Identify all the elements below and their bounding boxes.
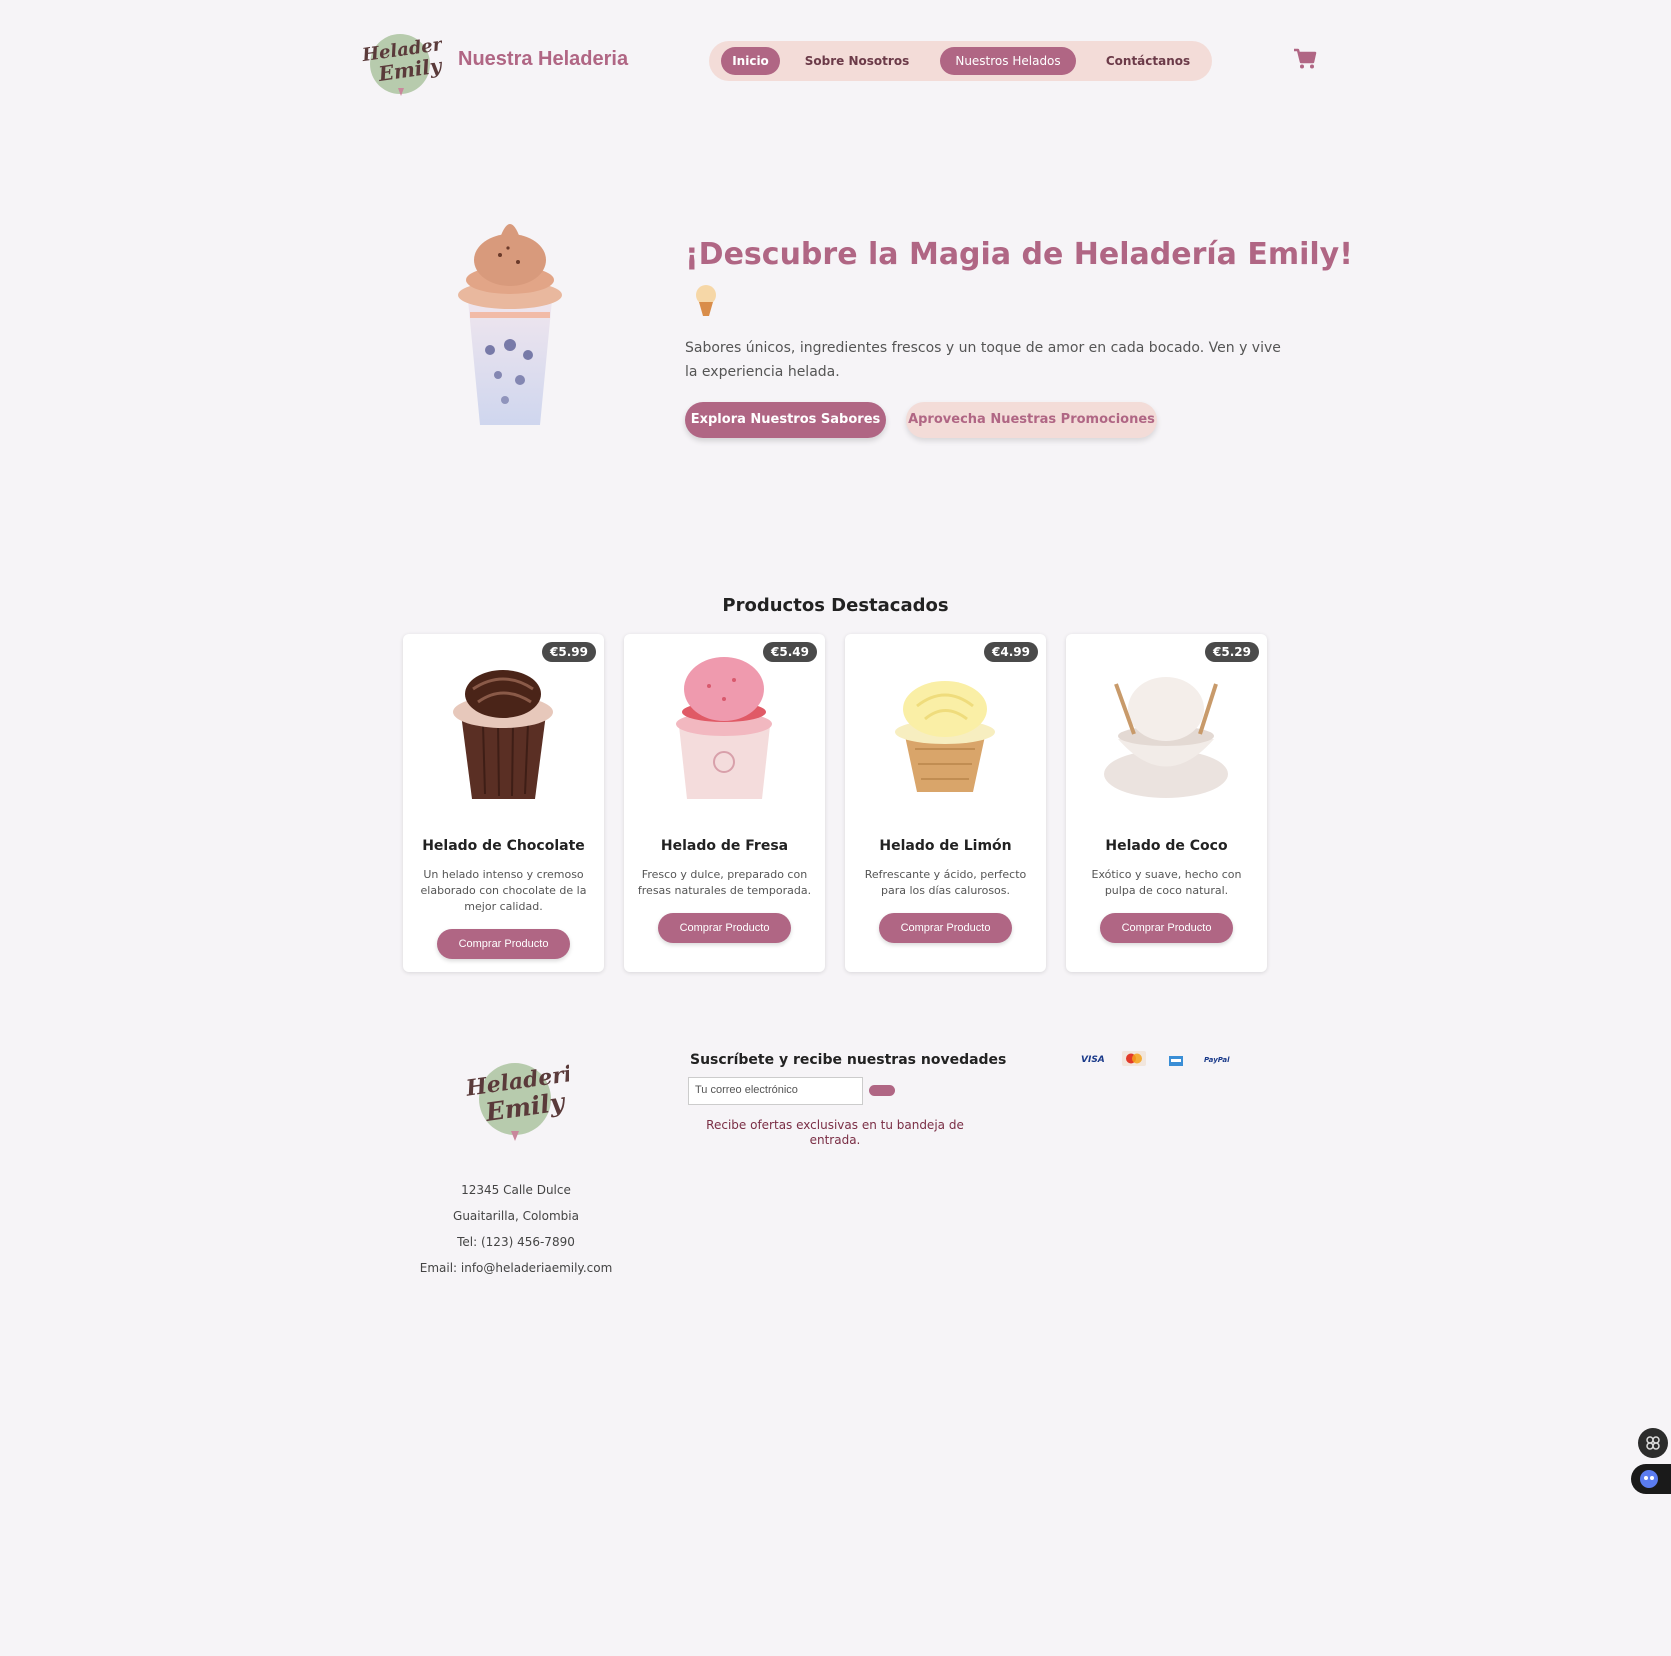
newsletter-title: Suscríbete y recibe nuestras novedades: [690, 1052, 1007, 1068]
product-card-strawberry: €5.49 Helado de Fresa Fresco y dulce, pr…: [624, 634, 825, 972]
brand-logo[interactable]: Heladeria Emily: [360, 28, 462, 96]
featured-products-title: Productos Destacados: [722, 595, 949, 616]
strawberry-ice-cream-image: [664, 644, 785, 804]
ice-cream-emoji-icon: [693, 284, 719, 318]
product-title: Helado de Fresa: [660, 838, 789, 854]
product-description: Fresco y dulce, preparado con fresas nat…: [637, 868, 812, 897]
newsletter-submit-button[interactable]: [869, 1085, 895, 1096]
footer-phone: Tel: (123) 456-7890: [457, 1235, 575, 1249]
nav-sobre-nosotros[interactable]: Sobre Nosotros: [801, 47, 913, 75]
visa-icon: VISA: [1080, 1048, 1108, 1068]
newsletter-note: Recibe ofertas exclusivas en tu bandeja …: [706, 1118, 964, 1147]
product-description: Un helado intenso y cremoso elaborado co…: [420, 868, 587, 913]
product-title: Helado de Chocolate: [422, 838, 585, 854]
product-title: Helado de Coco: [1105, 838, 1228, 854]
nav-contactanos[interactable]: Contáctanos: [1094, 47, 1202, 75]
footer-logo: Heladeria Emily: [463, 1055, 588, 1141]
cart-icon[interactable]: [1293, 48, 1317, 70]
buy-product-button[interactable]: Comprar Producto: [1100, 913, 1233, 943]
main-nav: Inicio Sobre Nosotros Nuestros Helados C…: [709, 41, 1212, 81]
chat-bot-icon[interactable]: [1631, 1464, 1671, 1494]
nav-inicio[interactable]: Inicio: [721, 47, 780, 75]
svg-text:PayPal: PayPal: [1204, 1056, 1230, 1064]
coconut-ice-cream-image: [1104, 644, 1228, 804]
footer-email[interactable]: Email: info@heladeriaemily.com: [400, 1261, 632, 1275]
svg-text:VISA: VISA: [1081, 1055, 1105, 1065]
lemon-ice-cream-image: [885, 644, 1006, 804]
buy-product-button[interactable]: Comprar Producto: [658, 913, 791, 943]
product-title: Helado de Limón: [879, 838, 1012, 854]
promotions-button[interactable]: Aprovecha Nuestras Promociones: [906, 402, 1157, 438]
newsletter-email-input[interactable]: Tu correo electrónico: [688, 1077, 863, 1105]
mastercard-icon: [1121, 1048, 1147, 1068]
buy-product-button[interactable]: Comprar Producto: [437, 929, 570, 959]
explore-flavors-button[interactable]: Explora Nuestros Sabores: [685, 402, 886, 438]
grid-widget-icon[interactable]: [1638, 1428, 1668, 1458]
brand-title: Nuestra Heladeria: [458, 48, 629, 70]
hero-description: Sabores únicos, ingredientes frescos y u…: [685, 340, 1281, 380]
hero-ice-cream-image: [440, 210, 580, 435]
product-description: Exótico y suave, hecho con pulpa de coco…: [1091, 868, 1242, 897]
product-card-chocolate: €5.99 Helado de Chocolate Un helado inte…: [403, 634, 604, 972]
nav-nuestros-helados[interactable]: Nuestros Helados: [940, 47, 1076, 75]
footer-address-line: 12345 Calle Dulce: [461, 1183, 571, 1197]
product-card-coconut: €5.29 Helado de Coco Exótico y suave, he…: [1066, 634, 1267, 972]
product-card-lemon: €4.99 Helado de Limón Refrescante y ácid…: [845, 634, 1046, 972]
chocolate-ice-cream-image: [443, 644, 564, 804]
amex-icon: [1166, 1048, 1186, 1068]
site-header: Heladeria Emily Nuestra Heladeria Inicio…: [360, 28, 1320, 98]
footer-address-line: Guaitarilla, Colombia: [453, 1209, 579, 1223]
buy-product-button[interactable]: Comprar Producto: [879, 913, 1012, 943]
hero-title: ¡Descubre la Magia de Heladería Emily!: [685, 237, 1353, 272]
paypal-icon: PayPal: [1202, 1048, 1230, 1068]
product-description: Refrescante y ácido, perfecto para los d…: [864, 868, 1027, 897]
